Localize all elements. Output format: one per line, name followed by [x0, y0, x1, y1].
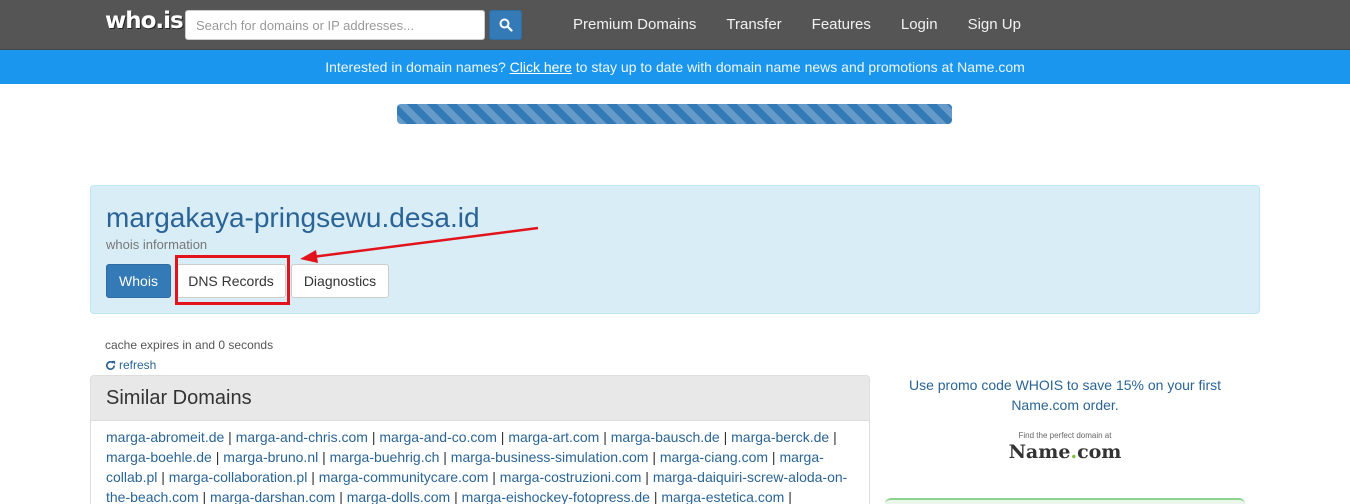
- separator: |: [488, 469, 500, 485]
- domain-title: margakaya-pringsewu.desa.id: [106, 202, 480, 233]
- ad-tagline: Find the perfect domain at: [1018, 431, 1112, 440]
- separator: |: [157, 469, 169, 485]
- nav-features[interactable]: Features: [797, 0, 886, 50]
- separator: |: [829, 429, 837, 445]
- separator: |: [439, 449, 451, 465]
- refresh-label: refresh: [119, 358, 157, 372]
- separator: |: [784, 489, 792, 504]
- domain-subtitle: whois information: [106, 237, 208, 252]
- separator: |: [198, 489, 211, 504]
- tab-dns-records[interactable]: DNS Records: [176, 264, 286, 298]
- similar-domain-link[interactable]: marga-eishockey-fotopress.de: [462, 489, 650, 504]
- similar-domain-link[interactable]: marga-dolls.com: [347, 489, 450, 504]
- tab-diagnostics[interactable]: Diagnostics: [291, 264, 389, 298]
- domain-header-panel: margakaya-pringsewu.desa.id whois inform…: [90, 185, 1260, 314]
- similar-domain-link[interactable]: marga-boehle.de: [106, 449, 212, 465]
- similar-domain-link[interactable]: marga-darshan.com: [210, 489, 335, 504]
- similar-domain-link[interactable]: marga-bausch.de: [611, 429, 720, 445]
- promo-click-here-link[interactable]: Click here: [510, 59, 572, 75]
- similar-domain-link[interactable]: marga-communitycare.com: [319, 469, 489, 485]
- separator: |: [496, 429, 509, 445]
- separator: |: [768, 449, 780, 465]
- similar-domains-list: marga-abromeit.de | marga-and-chris.com …: [91, 421, 869, 504]
- promo-text-before: Interested in domain names?: [325, 59, 510, 75]
- similar-domain-link[interactable]: marga-and-co.com: [379, 429, 497, 445]
- separator: |: [649, 489, 662, 504]
- nav-sign-up[interactable]: Sign Up: [953, 0, 1036, 50]
- site-logo[interactable]: who.is: [105, 8, 184, 34]
- navbar: who.is Premium Domains Transfer Features…: [0, 0, 1350, 50]
- separator: |: [450, 489, 462, 504]
- separator: |: [648, 449, 660, 465]
- nav-premium-domains[interactable]: Premium Domains: [558, 0, 711, 50]
- ad-banner[interactable]: [885, 498, 1245, 504]
- similar-domain-link[interactable]: marga-collaboration.pl: [169, 469, 308, 485]
- separator: |: [641, 469, 653, 485]
- similar-domain-link[interactable]: marga-ciang.com: [660, 449, 768, 465]
- similar-domain-link[interactable]: marga-art.com: [508, 429, 599, 445]
- name-com-logo[interactable]: Name.com: [985, 441, 1145, 463]
- separator: |: [211, 449, 224, 465]
- nav-links: Premium Domains Transfer Features Login …: [558, 0, 1036, 50]
- similar-domain-link[interactable]: marga-buehrig.ch: [330, 449, 440, 465]
- tab-whois[interactable]: Whois: [106, 264, 171, 298]
- ad-logo-main: Name: [1008, 441, 1071, 463]
- progress-fill: [397, 104, 952, 124]
- ad-logo-tld: com: [1077, 441, 1122, 463]
- cache-expiry-text: cache expires in and 0 seconds: [105, 338, 274, 352]
- similar-domain-link[interactable]: marga-business-simulation.com: [451, 449, 649, 465]
- separator: |: [318, 449, 330, 465]
- promo-banner: Interested in domain names? Click here t…: [0, 50, 1350, 84]
- search-icon: [499, 18, 513, 32]
- similar-domain-link[interactable]: marga-costruzioni.com: [500, 469, 642, 485]
- refresh-icon: [106, 360, 116, 370]
- search-button[interactable]: [489, 10, 522, 40]
- promo-text-after: to stay up to date with domain name news…: [571, 59, 1025, 75]
- nav-transfer[interactable]: Transfer: [711, 0, 796, 50]
- similar-domain-link[interactable]: marga-berck.de: [731, 429, 829, 445]
- refresh-link[interactable]: refresh: [105, 358, 156, 372]
- separator: |: [224, 429, 236, 445]
- nav-login[interactable]: Login: [886, 0, 953, 50]
- sidebar-promo-text: Use promo code WHOIS to save 15% on your…: [908, 377, 1221, 413]
- separator: |: [599, 429, 611, 445]
- separator: |: [335, 489, 347, 504]
- similar-domains-title: Similar Domains: [91, 376, 869, 421]
- similar-domain-link[interactable]: marga-and-chris.com: [236, 429, 368, 445]
- separator: |: [367, 429, 380, 445]
- separator: |: [719, 429, 732, 445]
- similar-domains-panel: Similar Domains marga-abromeit.de | marg…: [90, 375, 870, 504]
- separator: |: [307, 469, 319, 485]
- loading-progress-bar: [397, 104, 952, 124]
- similar-domain-link[interactable]: marga-bruno.nl: [223, 449, 318, 465]
- similar-domain-link[interactable]: marga-estetica.com: [661, 489, 784, 504]
- similar-domain-link[interactable]: marga-abromeit.de: [106, 429, 224, 445]
- search-input[interactable]: [185, 10, 485, 40]
